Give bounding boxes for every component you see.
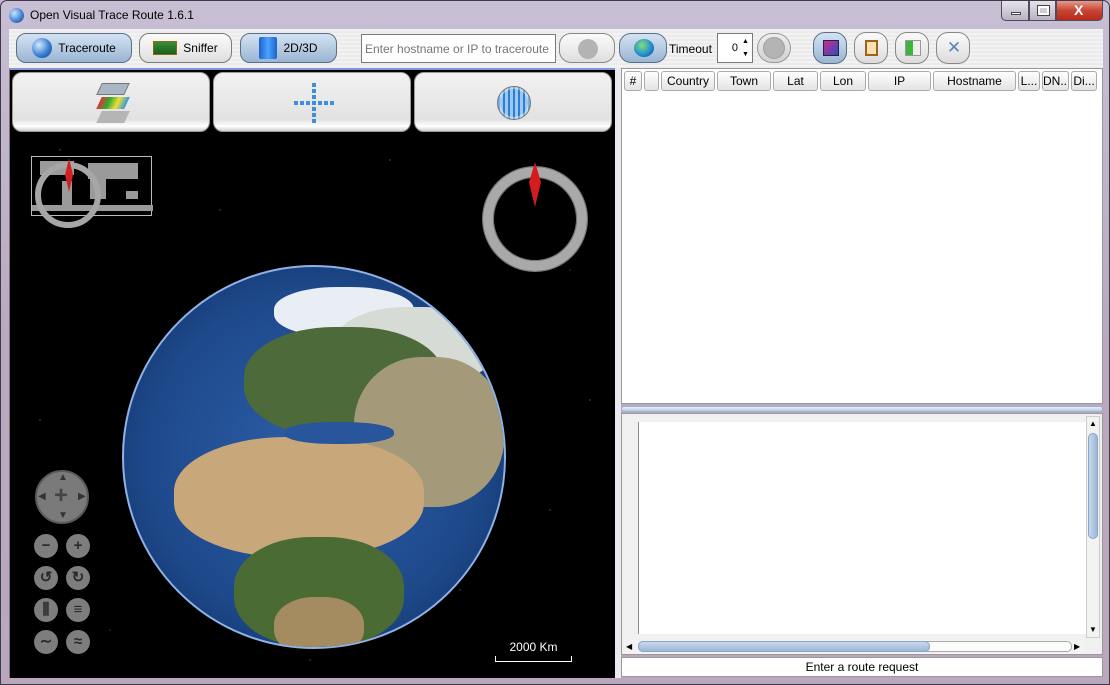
- layers-icon: [95, 81, 131, 125]
- globe-projection-button[interactable]: [414, 72, 612, 132]
- horizontal-splitter[interactable]: [621, 406, 1103, 412]
- scroll-left-icon[interactable]: ◀: [626, 642, 632, 651]
- spinner-down-icon[interactable]: ▼: [740, 48, 751, 61]
- close-button[interactable]: X: [1056, 1, 1103, 21]
- scroll-right-icon[interactable]: ▶: [1074, 642, 1080, 651]
- title-bar[interactable]: Open Visual Trace Route 1.6.1 X: [1, 1, 1109, 29]
- column-header-country[interactable]: Country: [661, 71, 715, 91]
- map-settings-button[interactable]: [813, 32, 847, 64]
- zoom-in-button[interactable]: +: [66, 534, 90, 558]
- close-icon: X: [1074, 2, 1084, 18]
- tilt-down-button[interactable]: ≡: [66, 598, 90, 622]
- scale-label: 2000 Km: [509, 640, 558, 654]
- column-header-latency[interactable]: L...: [1018, 71, 1040, 91]
- pan-control[interactable]: ▲ ▼ ◀ ▶ +: [35, 470, 89, 524]
- column-header-town[interactable]: Town: [717, 71, 771, 91]
- elevation-flat-button[interactable]: ∼: [34, 630, 58, 654]
- scroll-up-icon[interactable]: ▲: [1089, 419, 1097, 428]
- pan-right-icon[interactable]: ▶: [78, 491, 86, 502]
- scroll-down-icon[interactable]: ▼: [1089, 625, 1097, 634]
- clipboard-button[interactable]: [854, 32, 888, 64]
- rotate-left-button[interactable]: ↺: [34, 566, 58, 590]
- center-plus-icon: +: [54, 482, 69, 509]
- sniffer-label: Sniffer: [183, 41, 218, 55]
- network-card-icon: [153, 41, 178, 55]
- results-panel: # Country Town Lat Lon IP Hostname L... …: [621, 68, 1103, 678]
- timeout-label: Timeout: [669, 42, 712, 56]
- scale-bar: 2000 Km: [495, 640, 572, 662]
- column-header-distance[interactable]: Di...: [1071, 71, 1097, 91]
- column-header-flag[interactable]: [644, 71, 659, 91]
- column-header-number[interactable]: #: [624, 71, 642, 91]
- rotate-right-button[interactable]: ↻: [66, 566, 90, 590]
- layers-button[interactable]: [12, 72, 210, 132]
- settings-button[interactable]: ✕: [936, 32, 970, 64]
- vertical-scroll-thumb[interactable]: [1088, 433, 1098, 539]
- globe-icon: [9, 8, 24, 23]
- start-trace-button[interactable]: [757, 33, 791, 63]
- network-computer-icon: [634, 39, 654, 57]
- flat-projection-button[interactable]: [213, 72, 411, 132]
- crosshair-icon: [294, 83, 334, 123]
- play-icon: [763, 37, 785, 59]
- export-button[interactable]: [895, 32, 929, 64]
- pan-down-icon[interactable]: ▼: [58, 510, 68, 521]
- pan-left-icon[interactable]: ◀: [38, 491, 46, 502]
- zoom-out-button[interactable]: −: [34, 534, 58, 558]
- clipboard-icon: [865, 40, 878, 56]
- window-title: Open Visual Trace Route 1.6.1: [30, 8, 194, 22]
- log-panel: ▲ ▼ ◀ ▶: [621, 413, 1103, 655]
- maximize-icon: [1037, 5, 1050, 16]
- toolbar: Traceroute Sniffer 2D/3D Timeout 0 ▲▼: [9, 29, 1103, 68]
- spinner-up-icon[interactable]: ▲: [740, 35, 751, 48]
- timeout-spinner[interactable]: 0 ▲ ▼: [717, 33, 753, 63]
- minimize-button[interactable]: [1001, 1, 1029, 21]
- status-bar: Enter a route request: [621, 657, 1103, 677]
- column-header-lon[interactable]: Lon: [820, 71, 866, 91]
- cube-icon: [259, 37, 278, 59]
- tilt-up-button[interactable]: ⫼: [34, 598, 58, 622]
- traceroute-label: Traceroute: [58, 41, 116, 55]
- route-table[interactable]: # Country Town Lat Lon IP Hostname L... …: [621, 68, 1103, 404]
- log-vertical-scrollbar[interactable]: ▲ ▼: [1086, 416, 1100, 638]
- 2d3d-label: 2D/3D: [283, 41, 318, 55]
- column-header-lat[interactable]: Lat: [773, 71, 818, 91]
- minimize-icon: [1011, 12, 1021, 15]
- stop-button[interactable]: [559, 33, 615, 63]
- network-interface-button[interactable]: [619, 33, 667, 63]
- 2d3d-toggle-button[interactable]: 2D/3D: [240, 33, 337, 63]
- column-header-dns[interactable]: DN...: [1042, 71, 1069, 91]
- map-icon: [823, 40, 839, 56]
- sniffer-mode-button[interactable]: Sniffer: [139, 33, 232, 63]
- column-header-ip[interactable]: IP: [868, 71, 931, 91]
- wireframe-globe-icon: [497, 86, 531, 120]
- app-window: Open Visual Trace Route 1.6.1 X Tracerou…: [0, 0, 1110, 685]
- earth-globe[interactable]: [122, 265, 506, 649]
- timeout-value: 0: [731, 42, 738, 54]
- map-panel[interactable]: ▲ ▼ ◀ ▶ + − + ↺ ↻ ⫼ ≡ ∼ ≈ 2000 Km: [9, 68, 615, 678]
- elevation-exaggerate-button[interactable]: ≈: [66, 630, 90, 654]
- table-header: # Country Town Lat Lon IP Hostname L... …: [624, 71, 1097, 93]
- globe-icon: [32, 38, 53, 58]
- horizontal-scroll-thumb[interactable]: [638, 641, 930, 652]
- log-horizontal-scrollbar[interactable]: ◀ ▶: [624, 640, 1084, 654]
- stop-icon: [578, 39, 598, 59]
- traceroute-mode-button[interactable]: Traceroute: [16, 33, 132, 63]
- tools-icon: ✕: [946, 38, 962, 57]
- export-document-icon: [905, 40, 921, 56]
- log-text[interactable]: [638, 422, 1086, 634]
- hostname-input[interactable]: [361, 34, 556, 63]
- maximize-button[interactable]: [1029, 1, 1056, 21]
- column-header-hostname[interactable]: Hostname: [933, 71, 1016, 91]
